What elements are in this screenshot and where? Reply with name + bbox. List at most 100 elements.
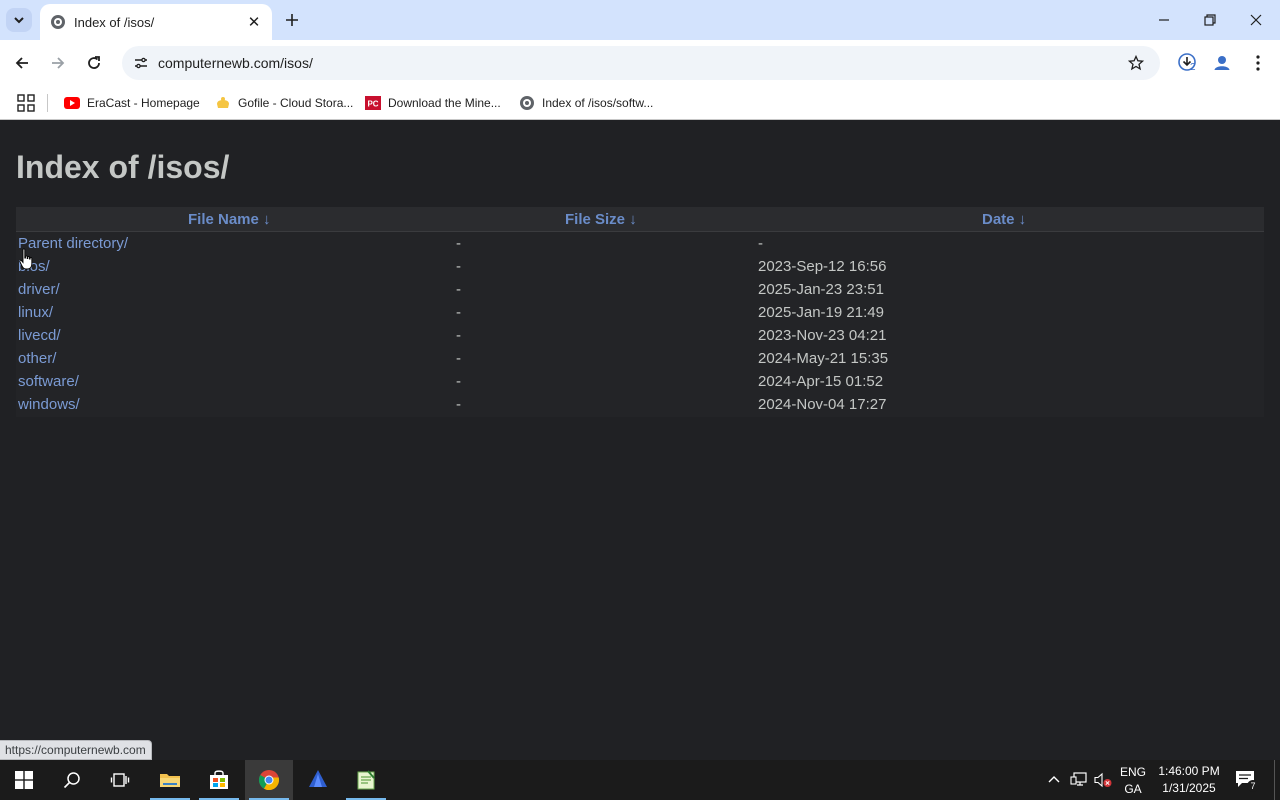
language-indicator[interactable]: ENG GA <box>1116 764 1150 798</box>
folder-link-windows[interactable]: windows/ <box>18 396 80 413</box>
file-date: 2024-May-21 15:35 <box>758 350 889 367</box>
file-size: - <box>456 350 461 367</box>
app-icon <box>309 770 327 787</box>
bookmark-label: Download the Mine... <box>388 96 501 110</box>
file-size: - <box>456 235 461 252</box>
folder-link-linux[interactable]: linux/ <box>18 304 53 321</box>
chevron-down-icon <box>14 17 24 24</box>
bookmark-label: EraCast - Homepage <box>87 96 200 110</box>
pc-icon: PC <box>365 95 381 111</box>
server-icon <box>51 15 65 29</box>
file-date: 2024-Nov-04 17:27 <box>758 396 887 413</box>
downloads-button[interactable]: 2 <box>1172 48 1204 78</box>
clock-date: 1/31/2025 <box>1162 781 1216 795</box>
file-size: - <box>456 396 461 413</box>
svg-text:PC: PC <box>367 100 378 109</box>
network-icon <box>1070 772 1087 786</box>
tab-search-button[interactable] <box>6 8 32 32</box>
new-tab-button[interactable] <box>280 8 304 32</box>
file-size: - <box>456 327 461 344</box>
taskbar-chrome[interactable] <box>245 760 293 800</box>
folder-link-driver[interactable]: driver/ <box>18 281 60 298</box>
file-date: 2023-Sep-12 16:56 <box>758 258 887 275</box>
taskbar-notepad[interactable] <box>342 760 390 800</box>
file-date: 2025-Jan-23 23:51 <box>758 281 884 298</box>
bookmark-index-software[interactable]: Index of /isos/softw... <box>519 91 653 115</box>
task-view-button[interactable] <box>96 760 144 800</box>
volume-muted-icon <box>1094 772 1112 788</box>
search-button[interactable] <box>48 760 96 800</box>
file-date: 2024-Apr-15 01:52 <box>758 373 884 390</box>
minimize-button[interactable] <box>1141 0 1187 40</box>
bookmarks-bar: EraCast - Homepage Gofile - Cloud Stora.… <box>0 86 1280 120</box>
site-info-button[interactable] <box>126 50 156 76</box>
file-listing-table: File Name ↓ File Size ↓ Date ↓ Parent di… <box>16 207 1264 417</box>
sort-by-date-link[interactable]: Date ↓ <box>982 211 1026 228</box>
tune-icon <box>135 57 147 69</box>
sort-by-size-link[interactable]: File Size ↓ <box>565 211 637 228</box>
reload-icon <box>88 56 100 69</box>
file-size: - <box>456 304 461 321</box>
address-bar[interactable]: computernewb.com/isos/ <box>122 46 1160 80</box>
start-button[interactable] <box>0 760 48 800</box>
arrow-left-icon <box>15 57 28 69</box>
clock[interactable]: 1:46:00 PM 1/31/2025 <box>1154 763 1224 797</box>
menu-button[interactable] <box>1243 48 1273 78</box>
restore-button[interactable] <box>1187 0 1233 40</box>
keyboard-layout: GA <box>1124 782 1142 796</box>
avatar-icon <box>1214 56 1230 70</box>
file-date: - <box>758 235 763 252</box>
restore-icon <box>1204 14 1216 26</box>
file-date: 2025-Jan-19 21:49 <box>758 304 884 321</box>
tray-overflow-button[interactable] <box>1046 772 1062 788</box>
table-row: software/ - 2024-Apr-15 01:52 <box>16 371 1264 394</box>
folder-link-other[interactable]: other/ <box>18 350 56 367</box>
tab-strip: Index of /isos/ ✕ <box>0 0 1280 40</box>
profile-button[interactable] <box>1207 48 1237 78</box>
hand-cursor-icon <box>19 248 33 270</box>
bookmark-star-button[interactable] <box>1120 49 1152 77</box>
file-size: - <box>456 373 461 390</box>
file-date: 2023-Nov-23 04:21 <box>758 327 887 344</box>
url-text[interactable]: computernewb.com/isos/ <box>158 55 1120 71</box>
close-window-button[interactable] <box>1233 0 1279 40</box>
page-content: Index of /isos/ File Name ↓ File Size ↓ … <box>0 121 1280 760</box>
show-desktop-strip[interactable] <box>1274 760 1280 800</box>
folder-link-software[interactable]: software/ <box>18 373 79 390</box>
table-row: livecd/ - 2023-Nov-23 04:21 <box>16 325 1264 348</box>
taskbar-file-explorer[interactable] <box>146 760 194 800</box>
notifications-button[interactable]: 7 <box>1234 768 1260 792</box>
store-icon <box>210 770 228 789</box>
volume-button[interactable] <box>1094 772 1112 788</box>
taskbar-app-blue[interactable] <box>294 760 342 800</box>
bookmark-gofile[interactable]: Gofile - Cloud Stora... <box>215 91 353 115</box>
search-icon <box>63 772 80 789</box>
bookmarks-separator <box>47 94 48 112</box>
file-size: - <box>456 258 461 275</box>
arrow-right-icon <box>52 57 65 69</box>
link-status-bubble: https://computernewb.com <box>0 740 152 760</box>
close-icon[interactable]: ✕ <box>246 14 262 31</box>
folder-icon <box>160 774 180 787</box>
apps-grid-icon[interactable] <box>16 93 36 113</box>
back-button[interactable] <box>7 48 37 78</box>
minimize-icon <box>1159 19 1169 21</box>
network-button[interactable] <box>1070 772 1088 788</box>
table-row: bios/ - 2023-Sep-12 16:56 <box>16 256 1264 279</box>
bookmark-download-mine[interactable]: PC Download the Mine... <box>365 91 501 115</box>
browser-toolbar: computernewb.com/isos/ 2 <box>0 40 1280 86</box>
close-icon <box>1250 14 1262 26</box>
bookmark-label: Index of /isos/softw... <box>542 96 654 110</box>
bookmark-eracast[interactable]: EraCast - Homepage <box>64 91 200 115</box>
taskbar-store[interactable] <box>195 760 243 800</box>
forward-button[interactable] <box>43 48 73 78</box>
page-title: Index of /isos/ <box>16 149 230 185</box>
folder-link-livecd[interactable]: livecd/ <box>18 327 61 344</box>
task-view-icon <box>110 773 130 787</box>
tab-active[interactable]: Index of /isos/ ✕ <box>40 4 272 40</box>
table-row: other/ - 2024-May-21 15:35 <box>16 348 1264 371</box>
sort-by-name-link[interactable]: File Name ↓ <box>188 211 271 228</box>
reload-button[interactable] <box>79 48 109 78</box>
windows-logo-icon <box>15 771 33 789</box>
notification-count-badge: 7 <box>1247 780 1259 792</box>
